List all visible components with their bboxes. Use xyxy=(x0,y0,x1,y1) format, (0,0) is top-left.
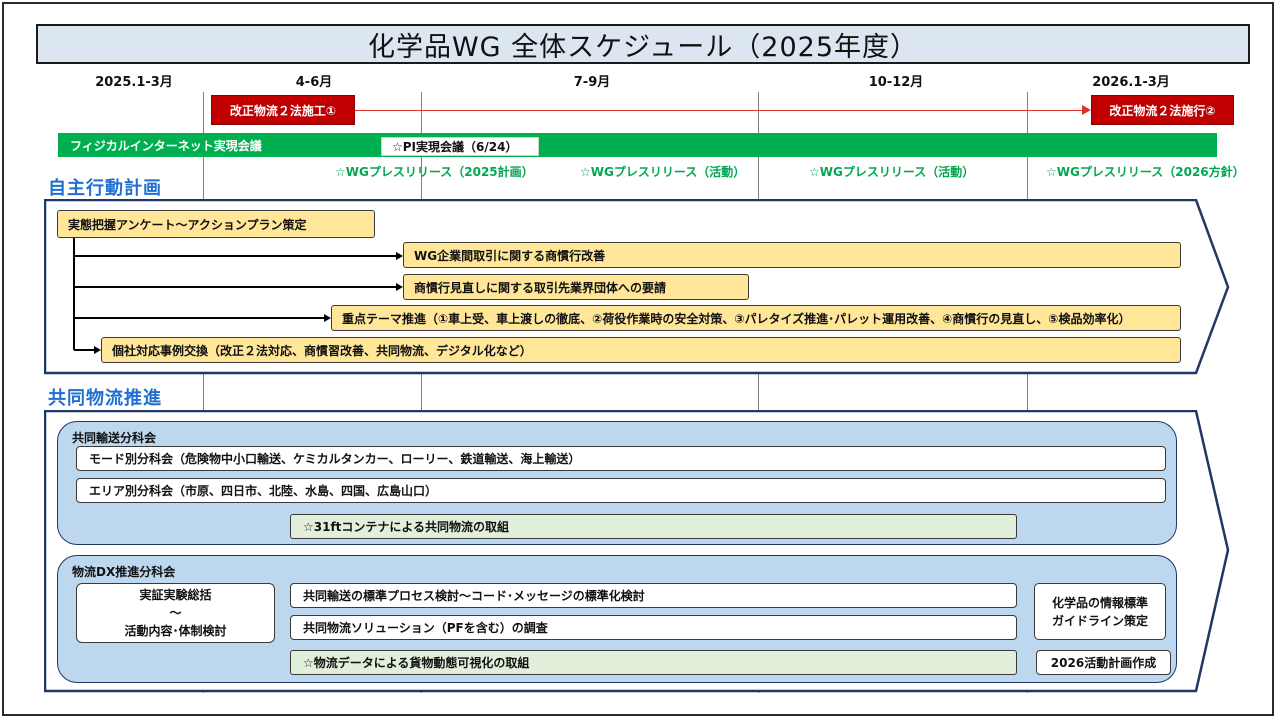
task-case-exchange: 個社対応事例交換（改正２法対応、商慣習改善、共同物流、デジタル化など） xyxy=(101,337,1181,363)
task-priority-themes: 重点テーマ推進（①車上受、車上渡しの徹底、②荷役作業時の安全対策、③パレタイズ推… xyxy=(331,305,1181,331)
task-industry-request: 商慣行見直しに関する取引先業界団体への要請 xyxy=(403,274,749,300)
guideline-line1: 化学品の情報標準 xyxy=(1051,595,1148,610)
info-standard-guideline-box: 化学品の情報標準 ガイドライン策定 xyxy=(1034,583,1166,640)
pilot-summary-line3: 活動内容･体制検討 xyxy=(124,624,227,638)
task-interfirm-practice: WG企業間取引に関する商慣行改善 xyxy=(403,242,1181,268)
task-standard-process: 共同輸送の標準プロセス検討～コード･メッセージの標準化検討 xyxy=(290,583,1017,608)
plan-2026-box: 2026活動計画作成 xyxy=(1036,650,1171,675)
highlight-cargo-visualization: ☆物流データによる貨物動態可視化の取組 xyxy=(290,650,1017,675)
pilot-summary-line2: ～ xyxy=(169,606,182,620)
subcommittee-by-area: エリア別分科会（市原、四日市、北陸、水島、四国、広島山口） xyxy=(76,478,1166,503)
pilot-summary-box: 実証実験総括 ～ 活動内容･体制検討 xyxy=(76,583,275,643)
group-label-joint-transport: 共同輸送分科会 xyxy=(72,431,157,445)
highlight-31ft-container: ☆31ftコンテナによる共同物流の取組 xyxy=(290,514,1017,539)
task-survey-action-plan: 実態把握アンケート～アクションプラン策定 xyxy=(57,210,375,238)
section-title-joint-logistics: 共同物流推進 xyxy=(48,388,162,409)
subcommittee-by-mode: モード別分科会（危険物中小口輸送、ケミカルタンカー、ローリー、鉄道輸送、海上輸送… xyxy=(76,446,1166,471)
group-label-logistics-dx: 物流DX推進分科会 xyxy=(72,565,176,579)
task-solution-survey: 共同物流ソリューション（PFを含む）の調査 xyxy=(290,615,1017,640)
guideline-line2: ガイドライン策定 xyxy=(1051,613,1148,628)
pilot-summary-line1: 実証実験総括 xyxy=(139,588,212,602)
